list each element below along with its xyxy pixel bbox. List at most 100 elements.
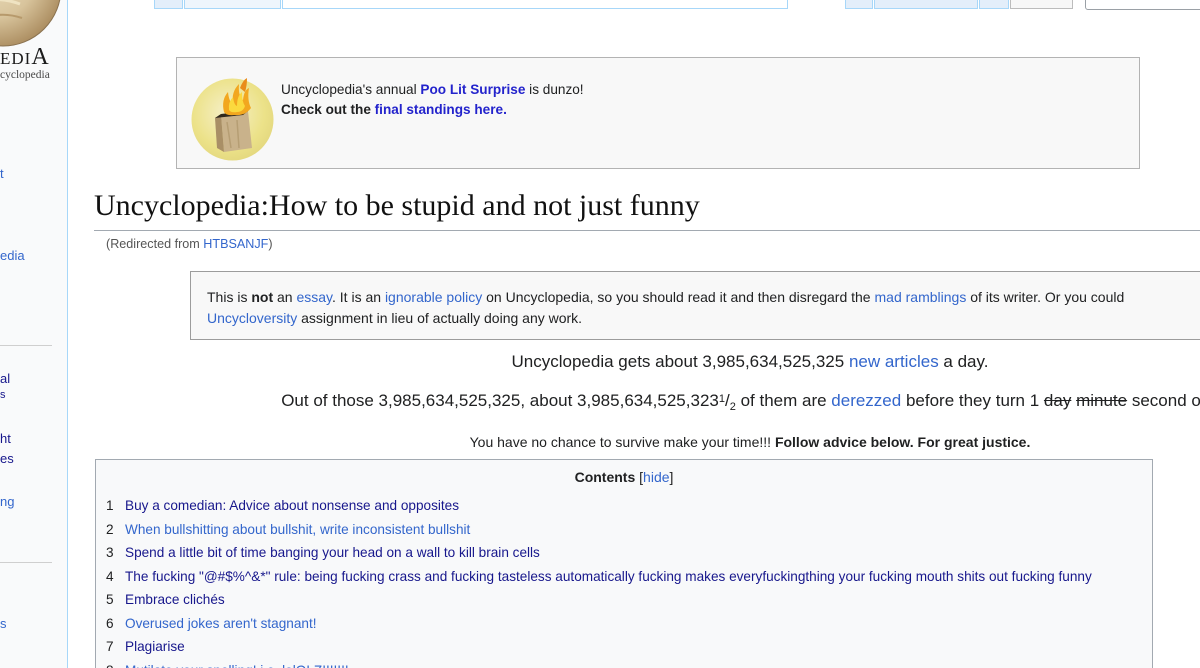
stats-section: Uncyclopedia gets about 3,985,634,525,32… [190, 352, 1200, 451]
policy-notice-line-2: Uncycloversity assignment in lieu of act… [207, 308, 1200, 329]
sidebar-separator-2 [0, 562, 52, 563]
toc-header: Contents [hide] [96, 469, 1152, 485]
text-segment: You have no chance to survive make your … [469, 434, 775, 450]
sidebar-link-fragment-2[interactable]: edia [0, 248, 25, 263]
text-segment: of its writer. Or you could [966, 289, 1125, 305]
policy-notice-line-1: This is not an essay. It is an ignorable… [207, 287, 1200, 308]
toc-item-link[interactable]: Spend a little bit of time banging your … [125, 545, 540, 560]
toc-item: 4 The fucking "@#$%^&*" rule: being fucki… [106, 569, 1152, 584]
site-notice-banner: Uncyclopedia's annual Poo Lit Surprise i… [176, 57, 1140, 169]
toc-item: 5 Embrace clichés [106, 592, 1152, 607]
sidebar-link-fragment-6[interactable]: es [0, 451, 14, 466]
text-segment: before they turn 1 [901, 391, 1044, 410]
toc-item-number: 1 [106, 498, 114, 513]
toc-item: 6 Overused jokes aren't stagnant! [106, 616, 1152, 631]
inline-link[interactable]: mad ramblings [875, 289, 967, 305]
tab-stub-active[interactable] [1010, 0, 1073, 9]
text-segment: Uncyclopedia gets about 3,985,634,525,32… [511, 352, 849, 371]
sidebar-link-fragment-7[interactable]: ng [0, 494, 14, 509]
toc-hide-link[interactable]: hide [643, 469, 669, 485]
redirect-prefix: (Redirected from [106, 237, 204, 251]
toc-item-link[interactable]: Embrace clichés [125, 592, 225, 607]
toc-item-number: 4 [106, 568, 114, 584]
text-segment: assignment in lieu of actually doing any… [297, 310, 583, 326]
inline-link[interactable]: final standings here. [375, 102, 507, 117]
logo-tagline: cyclopedia [0, 69, 50, 81]
toc-item: 7 Plagiarise [106, 639, 1152, 654]
text-segment: a day. [938, 352, 989, 371]
sidebar-link-fragment-5[interactable]: ht [0, 431, 11, 446]
toc-item-link[interactable]: Buy a comedian: Advice about nonsense an… [125, 498, 459, 513]
inline-link[interactable]: Poo Lit Surprise [420, 82, 525, 97]
redirect-suffix: ) [268, 237, 273, 251]
toc-item-number: 7 [106, 639, 114, 654]
toc-list: 1 Buy a comedian: Advice about nonsense a… [96, 498, 1152, 668]
sidebar-link-fragment-8[interactable]: s [0, 616, 7, 631]
toc-item: 3 Spend a little bit of time banging your… [106, 545, 1152, 560]
text-segment: This is [207, 289, 252, 305]
page-viewport: EDIA cyclopedia t edia al s ht es ng s U… [0, 0, 1200, 668]
text-segment: Uncyclopedia's annual [281, 82, 421, 97]
sidebar-separator-1 [0, 345, 52, 346]
title-rule [94, 230, 1200, 231]
stats-line-new-articles: Uncyclopedia gets about 3,985,634,525,32… [190, 352, 1200, 372]
toc-item-link[interactable]: Mutilate your spelling! i.e. lolOLZ!!!!!… [125, 663, 349, 668]
text-segment: of them are [735, 391, 832, 410]
toc-item-link[interactable]: The fucking "@#$%^&*" rule: being fuckin… [125, 569, 1092, 584]
text-segment: is dunzo! [525, 82, 584, 97]
table-of-contents: Contents [hide] 1 Buy a comedian: Advice … [95, 459, 1153, 668]
logo-wordmark-big: A [31, 44, 49, 70]
tab-stub-2[interactable] [184, 0, 281, 9]
banner-text: Uncyclopedia's annual Poo Lit Surprise i… [281, 80, 584, 120]
text-segment: not [251, 289, 274, 305]
toc-item-link[interactable]: Plagiarise [125, 639, 185, 654]
sidebar-link-fragment-1[interactable]: t [0, 166, 4, 181]
toc-item-number: 8 [106, 663, 114, 668]
sidebar: EDIA cyclopedia t edia al s ht es ng s [0, 0, 68, 668]
text-segment: . It is an [332, 289, 385, 305]
toc-title: Contents [574, 469, 636, 485]
toc-item: 8 Mutilate your spelling! i.e. lolOLZ!!!!… [106, 663, 1152, 668]
tab-stub-5[interactable] [874, 0, 978, 9]
inline-link[interactable]: ignorable policy [385, 289, 482, 305]
tab-stub-3[interactable] [282, 0, 788, 9]
sidebar-link-fragment-4[interactable]: s [0, 389, 6, 401]
tab-stub-1[interactable] [154, 0, 183, 9]
toc-item-link[interactable]: Overused jokes aren't stagnant! [125, 616, 317, 631]
toc-item-number: 5 [106, 592, 114, 607]
toc-bracket-close: ] [669, 469, 674, 485]
stats-line-derezzed: Out of those 3,985,634,525,325, about 3,… [190, 389, 1200, 417]
text-segment: day [1043, 391, 1072, 410]
toc-item: 1 Buy a comedian: Advice about nonsense a… [106, 498, 1152, 513]
tab-stub-4[interactable] [845, 0, 873, 9]
toc-item-number: 6 [106, 615, 114, 631]
sidebar-link-fragment-3[interactable]: al [0, 371, 10, 386]
inline-link[interactable]: essay [296, 289, 332, 305]
logo-wordmark[interactable]: EDIA [0, 44, 49, 71]
text-segment: Follow advice below. For great justice. [774, 434, 1031, 450]
text-segment: second old. [1131, 391, 1200, 410]
inline-link[interactable]: derezzed [831, 391, 901, 410]
text-segment: on Uncyclopedia, so you should read it a… [482, 289, 875, 305]
redirect-note: (Redirected from HTBSANJF) [106, 237, 273, 251]
text-segment: Check out the [281, 102, 375, 117]
logo-wordmark-small: EDI [0, 49, 32, 68]
banner-line-1: Uncyclopedia's annual Poo Lit Surprise i… [281, 80, 584, 100]
redirect-source-link[interactable]: HTBSANJF [203, 237, 268, 251]
stats-line-advice: You have no chance to survive make your … [190, 434, 1200, 451]
text-segment: Out of those 3,985,634,525,325, about 3,… [281, 391, 719, 410]
inline-link[interactable]: new articles [849, 352, 939, 371]
inline-link[interactable]: Uncycloversity [207, 310, 297, 326]
text-segment: minute [1076, 391, 1128, 410]
toc-item-link[interactable]: When bullshitting about bullshit, write … [125, 522, 470, 537]
tab-stub-6[interactable] [979, 0, 1009, 9]
text-segment: an [273, 289, 297, 305]
search-input[interactable] [1085, 0, 1200, 10]
toc-item: 2 When bullshitting about bullshit, write… [106, 522, 1152, 537]
banner-line-2: Check out the final standings here. [281, 100, 584, 120]
toc-item-number: 2 [106, 521, 114, 537]
toc-item-number: 3 [106, 545, 114, 560]
flaming-bag-image[interactable] [191, 78, 274, 161]
policy-notice-box: This is not an essay. It is an ignorable… [190, 271, 1200, 340]
page-title: Uncyclopedia:How to be stupid and not ju… [94, 189, 700, 222]
